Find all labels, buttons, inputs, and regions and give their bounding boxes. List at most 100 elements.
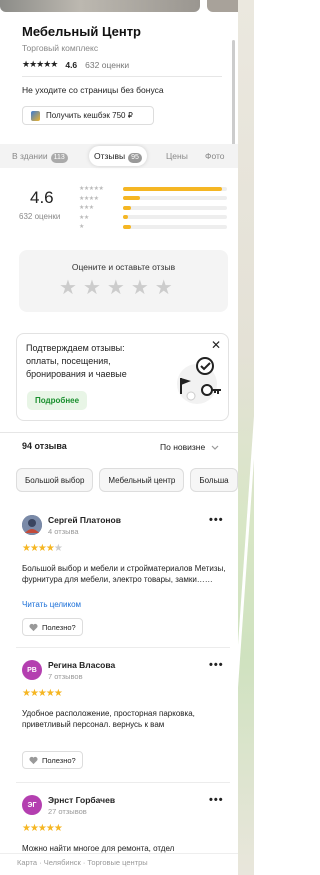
avatar[interactable] bbox=[22, 515, 42, 535]
distribution-stars: ★ bbox=[79, 224, 84, 231]
photo-thumbnail[interactable] bbox=[0, 0, 200, 12]
useful-label: Полезно? bbox=[42, 755, 76, 765]
promo-text: Не уходите со страницы без бонуса bbox=[22, 85, 164, 95]
rate-star-2[interactable]: ★ bbox=[83, 278, 101, 298]
cashback-button[interactable]: Получить кешбэк 750 ₽ bbox=[22, 106, 154, 125]
distribution-bar bbox=[123, 186, 227, 191]
stars-filled: ★★★★ bbox=[22, 543, 55, 554]
photo-thumbnail[interactable] bbox=[207, 0, 238, 12]
review-author[interactable]: Сергей Платонов bbox=[48, 515, 121, 525]
reviews-count: 94 отзыва bbox=[22, 441, 67, 451]
distribution-fill bbox=[123, 196, 140, 201]
rate-star-1[interactable]: ★ bbox=[59, 278, 77, 298]
tab-label: В здании bbox=[12, 151, 48, 161]
tabs: В здании 113 Отзывы 95 Цены Фото bbox=[0, 146, 238, 166]
summary-rating: 4.6 bbox=[30, 188, 54, 207]
tab-reviews[interactable]: Отзывы 95 bbox=[89, 146, 147, 166]
distribution-stars: ★★★ bbox=[79, 205, 94, 212]
distribution-bar bbox=[123, 196, 227, 201]
distribution-row: ★ bbox=[79, 222, 229, 232]
photo-strip[interactable] bbox=[0, 0, 238, 12]
more-info-button[interactable]: Подробнее bbox=[27, 391, 88, 410]
chevron-down-icon bbox=[211, 445, 219, 450]
review-author[interactable]: Эрнст Горбачев bbox=[48, 795, 115, 805]
distribution-row: ★★★★ bbox=[79, 194, 229, 204]
divider bbox=[16, 647, 230, 648]
distribution-row: ★★★★★ bbox=[79, 184, 229, 194]
heart-icon bbox=[29, 756, 38, 765]
tab-in-building[interactable]: В здании 113 bbox=[12, 146, 68, 166]
distribution-row: ★★ bbox=[79, 213, 229, 223]
scrollbar[interactable] bbox=[232, 40, 235, 160]
review-author-count: 7 отзывов bbox=[48, 672, 83, 681]
divider bbox=[0, 432, 238, 433]
distribution-fill bbox=[123, 215, 129, 220]
tab-label: Отзывы bbox=[94, 151, 126, 161]
avatar[interactable]: ЭГ bbox=[22, 795, 42, 815]
cashback-icon bbox=[31, 110, 40, 121]
tab-label: Фото bbox=[205, 151, 225, 161]
cashback-label: Получить кешбэк 750 ₽ bbox=[46, 111, 133, 120]
review-stars: ★★★★★ bbox=[22, 688, 63, 699]
review-text: Большой выбор и мебели и стройматериалов… bbox=[22, 564, 226, 584]
verification-illustration-icon bbox=[177, 357, 221, 404]
confirm-text: Подтверждаем отзывы: оплаты, посещения, … bbox=[26, 343, 127, 379]
close-icon[interactable]: ✕ bbox=[211, 338, 221, 352]
rate-title: Оцените и оставьте отзыв bbox=[71, 262, 176, 272]
sort-dropdown[interactable]: По новизне bbox=[160, 442, 219, 452]
confirm-banner: Подтверждаем отзывы: оплаты, посещения, … bbox=[16, 333, 229, 421]
rate-star-5[interactable]: ★ bbox=[155, 278, 173, 298]
stars-filled: ★★★★★ bbox=[22, 688, 63, 699]
distribution-fill bbox=[123, 205, 132, 210]
distribution-bar bbox=[123, 205, 227, 210]
distribution-bar bbox=[123, 224, 227, 229]
tab-prices[interactable]: Цены bbox=[166, 146, 188, 166]
rating-distribution: ★★★★★ ★★★★ ★★★ ★★ ★ bbox=[79, 184, 229, 232]
tab-photos[interactable]: Фото bbox=[205, 146, 225, 166]
summary-count: 632 оценки bbox=[19, 212, 61, 221]
more-options-icon[interactable]: ••• bbox=[209, 514, 224, 526]
breadcrumb[interactable]: Карта · Челябинск · Торговые центры bbox=[0, 853, 238, 875]
place-category[interactable]: Торговый комплекс bbox=[22, 43, 98, 53]
tab-count: 95 bbox=[128, 153, 142, 163]
distribution-stars: ★★★★ bbox=[79, 195, 99, 202]
rate-star-4[interactable]: ★ bbox=[131, 278, 149, 298]
sort-label: По новизне bbox=[160, 442, 206, 452]
rate-box: Оцените и оставьте отзыв ★ ★ ★ ★ ★ bbox=[19, 250, 228, 312]
rate-star-3[interactable]: ★ bbox=[107, 278, 125, 298]
review-stars: ★★★★★ bbox=[22, 823, 63, 834]
place-panel: Мебельный Центр Торговый комплекс ★★★★★ … bbox=[0, 0, 238, 875]
more-options-icon[interactable]: ••• bbox=[209, 659, 224, 671]
useful-label: Полезно? bbox=[42, 622, 76, 632]
more-options-icon[interactable]: ••• bbox=[209, 794, 224, 806]
review-stars: ★★★★★ bbox=[22, 543, 63, 554]
distribution-stars: ★★★★★ bbox=[79, 186, 104, 193]
distribution-stars: ★★ bbox=[79, 214, 89, 221]
distribution-bar bbox=[123, 215, 227, 220]
avatar[interactable]: РВ bbox=[22, 660, 42, 680]
place-rating[interactable]: ★★★★★ 4.6 632 оценки bbox=[22, 59, 129, 70]
useful-button[interactable]: Полезно? bbox=[22, 751, 83, 769]
stars-empty: ★ bbox=[53, 543, 63, 554]
place-title: Мебельный Центр bbox=[22, 24, 141, 39]
map-background[interactable] bbox=[221, 0, 266, 875]
read-more-link[interactable]: Читать целиком bbox=[22, 600, 81, 609]
review-author-count: 4 отзыва bbox=[48, 527, 79, 536]
tag-chip[interactable]: Больша bbox=[190, 468, 238, 492]
rating-count: 632 оценки bbox=[85, 59, 130, 70]
tab-label: Цены bbox=[166, 151, 188, 161]
rating-stars: ★★★★★ bbox=[22, 59, 58, 69]
tag-chip[interactable]: Мебельный центр bbox=[99, 468, 185, 492]
avatar-photo-icon bbox=[22, 515, 42, 535]
review-author-count: 27 отзывов bbox=[48, 807, 87, 816]
useful-button[interactable]: Полезно? bbox=[22, 618, 83, 636]
tag-chip[interactable]: Большой выбор bbox=[16, 468, 94, 492]
distribution-row: ★★★ bbox=[79, 203, 229, 213]
distribution-fill bbox=[123, 186, 222, 191]
tab-count: 113 bbox=[50, 153, 68, 163]
rating-value: 4.6 bbox=[65, 59, 78, 70]
review-text: Удобное расположение, просторная парковк… bbox=[22, 709, 195, 729]
divider bbox=[16, 782, 230, 783]
review-tags: Большой выбор Мебельный центр Больша bbox=[16, 468, 238, 492]
review-author[interactable]: Регина Власова bbox=[48, 660, 115, 670]
